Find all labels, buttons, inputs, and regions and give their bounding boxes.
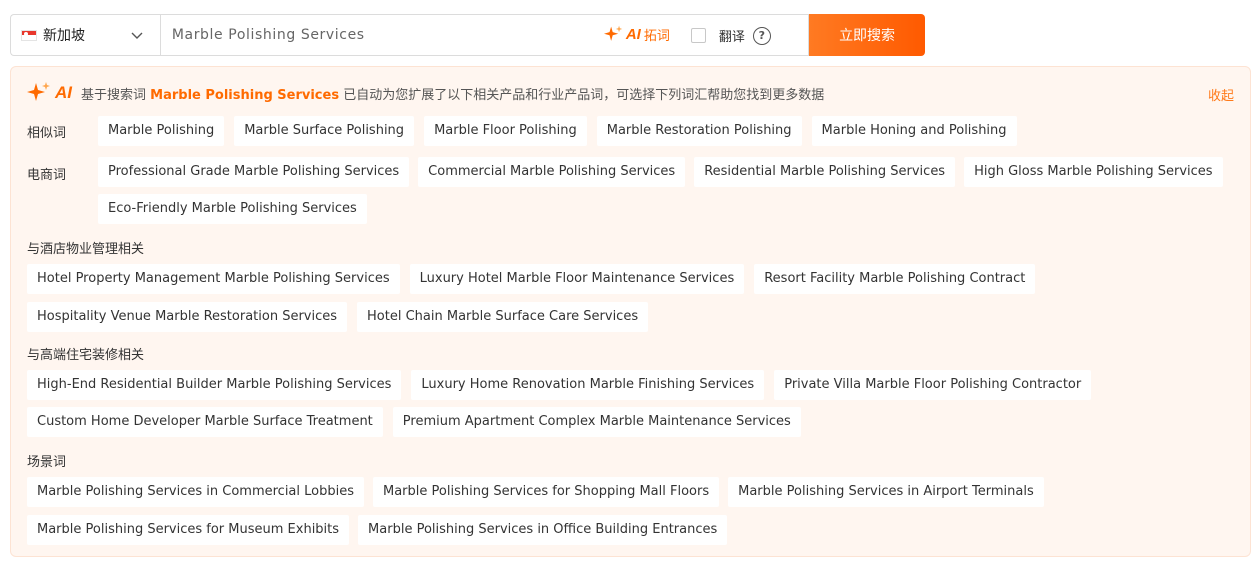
search-input[interactable] [160,15,581,55]
keyword-tag[interactable]: Marble Polishing Services in Office Buil… [358,515,728,545]
tag-list-scene: Marble Polishing Services in Commercial … [27,477,1247,545]
keyword-tag[interactable]: Eco-Friendly Marble Polishing Services [98,194,367,224]
intro-suffix: 已自动为您扩展了以下相关产品和行业产品词，可选择下列词汇帮助您找到更多数据 [343,87,825,103]
keyword-tag[interactable]: Marble Floor Polishing [424,116,587,146]
ai-suggestion-panel: AI 基于搜索词 Marble Polishing Services 已自动为您… [10,66,1251,557]
keyword-tag[interactable]: Marble Restoration Polishing [596,116,802,146]
keyword-tag[interactable]: Marble Surface Polishing [234,116,415,146]
country-name: 新加坡 [43,28,85,44]
panel-intro: 基于搜索词 Marble Polishing Services 已自动为您扩展了… [81,84,824,103]
group-label-hotel: 与酒店物业管理相关 [27,242,145,257]
keyword-tag[interactable]: Hotel Chain Marble Surface Care Services [357,302,649,332]
group-label-similar: 相似词 [27,126,67,141]
group-label-residential: 与高端住宅装修相关 [27,348,145,363]
group-label-ecommerce: 电商词 [27,168,67,183]
group-label-scene: 场景词 [27,455,67,470]
ai-sparkle-icon [27,82,50,101]
search-button[interactable]: 立即搜索 [809,14,925,56]
keyword-tag[interactable]: Commercial Marble Polishing Services [418,157,686,187]
keyword-tag[interactable]: Hotel Property Management Marble Polishi… [27,264,400,294]
keyword-tag[interactable]: Professional Grade Marble Polishing Serv… [98,157,410,187]
query-box: AI 拓词 翻译 ? [159,14,810,56]
keyword-tag[interactable]: Marble Polishing Services for Shopping M… [373,477,720,507]
intro-prefix: 基于搜索词 [81,87,147,103]
translate-option: 翻译 ? [690,26,771,45]
keyword-tag[interactable]: Marble Polishing Services in Airport Ter… [728,477,1044,507]
tag-list-residential: High-End Residential Builder Marble Poli… [27,370,1247,437]
keyword-tag[interactable]: Custom Home Developer Marble Surface Tre… [27,407,383,437]
keyword-tag[interactable]: Private Villa Marble Floor Polishing Con… [774,370,1092,400]
keyword-tag[interactable]: Hospitality Venue Marble Restoration Ser… [27,302,348,332]
translate-label: 翻译 [718,30,745,45]
singapore-flag-icon [21,29,37,41]
keyword-tag[interactable]: High Gloss Marble Polishing Services [964,157,1223,187]
keyword-tag[interactable]: Premium Apartment Complex Marble Mainten… [392,407,801,437]
keyword-tag[interactable]: Residential Marble Polishing Services [694,157,956,187]
ai-expand-toggle[interactable]: AI 拓词 [603,25,670,44]
panel-header: AI 基于搜索词 Marble Polishing Services 已自动为您… [27,81,824,105]
intro-keyword: Marble Polishing Services [150,87,340,103]
chevron-down-icon [131,32,143,39]
keyword-tag[interactable]: Luxury Hotel Marble Floor Maintenance Se… [409,264,745,294]
translate-checkbox[interactable] [690,28,706,43]
collapse-link[interactable]: 收起 [1208,85,1234,104]
country-select[interactable]: 新加坡 [10,14,160,56]
keyword-tag[interactable]: Marble Polishing [98,116,225,146]
keyword-tag[interactable]: Marble Polishing Services for Museum Exh… [27,515,350,545]
keyword-tag[interactable]: Marble Honing and Polishing [811,116,1017,146]
tag-list-ecommerce: Professional Grade Marble Polishing Serv… [98,157,1238,224]
tag-list-similar: Marble Polishing Marble Surface Polishin… [98,116,1238,146]
keyword-tag[interactable]: Resort Facility Marble Polishing Contrac… [754,264,1036,294]
keyword-tag[interactable]: High-End Residential Builder Marble Poli… [27,370,402,400]
keyword-tag[interactable]: Luxury Home Renovation Marble Finishing … [411,370,765,400]
tag-list-hotel: Hotel Property Management Marble Polishi… [27,264,1247,332]
ai-expand-label: 拓词 [643,29,670,44]
ai-badge: AI [625,26,641,43]
panel-ai-badge: AI [55,83,72,102]
ai-sparkle-icon [603,25,623,41]
search-bar: 新加坡 AI 拓词 翻译 ? 立即搜索 [10,14,925,56]
help-circle-icon[interactable]: ? [752,26,771,45]
keyword-tag[interactable]: Marble Polishing Services in Commercial … [27,477,364,507]
